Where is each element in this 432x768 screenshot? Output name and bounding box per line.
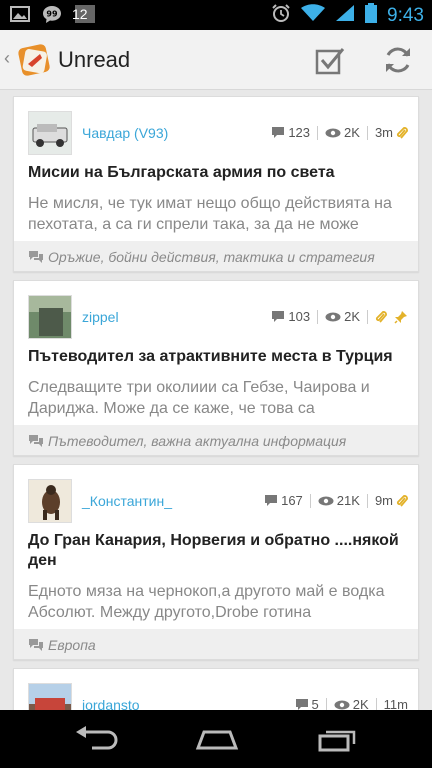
author-name[interactable]: zippel (82, 309, 119, 325)
topic-card[interactable]: _Константин_ 167 21K 9m До Гран Канария,… (13, 464, 419, 660)
replies-icon (295, 698, 309, 710)
replies-icon (264, 494, 278, 507)
topic-meta: 103 2K (271, 309, 408, 324)
wifi-icon (301, 4, 326, 27)
topic-meta: 5 2K 11m (295, 697, 408, 710)
divider (367, 309, 368, 324)
system-nav-bar (0, 710, 432, 768)
topic-card[interactable]: zippel 103 2K Пътеводител за атрактивнит… (13, 280, 419, 456)
avatar[interactable] (28, 683, 72, 710)
views-icon (334, 700, 350, 710)
divider (366, 125, 368, 140)
status-bar: 99 12 9:43 (0, 0, 432, 30)
topic-title[interactable]: До Гран Канария, Норвегия и обратно ....… (28, 531, 408, 571)
author-name[interactable]: Чавдар (V93) (82, 125, 168, 141)
gallery-icon (10, 5, 30, 28)
topic-meta: 167 21K 9m (264, 493, 408, 508)
unread-topic-list[interactable]: Чавдар (V93) 123 2K 3m Мисии на Българск… (0, 90, 432, 710)
alarm-icon (271, 3, 291, 28)
topic-title[interactable]: Мисии на Българската армия по света (28, 163, 408, 183)
views-count: 2K (344, 125, 360, 140)
avatar[interactable] (28, 479, 72, 523)
views-icon (325, 312, 341, 322)
back-icon[interactable] (72, 724, 122, 754)
avatar[interactable] (28, 295, 72, 339)
last-post-time: 9m (374, 493, 393, 508)
replies-count: 123 (288, 125, 311, 140)
avatar[interactable] (28, 111, 72, 155)
status-time: 9:43 (387, 4, 424, 26)
divider (366, 493, 368, 508)
divider (309, 493, 311, 508)
action-bar: ‹ Unread (0, 30, 432, 90)
views-icon (318, 496, 334, 506)
forum-icon (28, 250, 44, 269)
forum-icon (28, 434, 44, 453)
home-icon[interactable] (192, 724, 242, 754)
pin-icon (394, 310, 408, 324)
forum-icon (28, 638, 44, 657)
views-icon (325, 128, 341, 138)
replies-icon (271, 126, 285, 139)
topic-card[interactable]: Чавдар (V93) 123 2K 3m Мисии на Българск… (13, 96, 419, 272)
replies-count: 103 (288, 309, 311, 324)
forum-name: Европа (48, 637, 96, 653)
topic-preview: Следващите три околиии са Гебзе, Чаирова… (28, 379, 370, 417)
author-name[interactable]: jordansto (82, 697, 140, 710)
attachment-icon (396, 126, 408, 140)
attachment-icon (396, 494, 408, 508)
attachment-icon (375, 310, 387, 324)
battery-icon (365, 3, 378, 28)
refresh-icon[interactable] (380, 42, 416, 78)
forum-bar[interactable]: Пътеводител, важна актуална информация (14, 425, 418, 455)
divider (317, 309, 319, 324)
last-post-time: 3m (374, 125, 393, 140)
screen-title: Unread (58, 47, 131, 72)
topic-card[interactable]: jordansto 5 2K 11m (13, 668, 419, 710)
up-chevron-icon[interactable]: ‹ (4, 48, 10, 69)
mark-all-read-icon[interactable] (312, 42, 348, 78)
divider (317, 125, 319, 140)
forum-bar[interactable]: Оръжие, бойни действия, тактика и страте… (14, 241, 418, 271)
views-count: 21K (336, 493, 360, 508)
divider (325, 697, 327, 710)
replies-count: 167 (281, 493, 303, 508)
topic-title[interactable]: Пътеводител за атрактивните места в Турц… (28, 347, 408, 367)
forum-bar[interactable]: Европа (14, 629, 418, 659)
topic-preview: Едното мяза на чернокоп,а другото май е … (28, 583, 385, 621)
recents-icon[interactable] (312, 724, 362, 754)
app-logo-icon[interactable] (14, 40, 54, 80)
forum-name: Пътеводител, важна актуална информация (48, 433, 347, 449)
replies-icon (271, 310, 285, 323)
svg-text:99: 99 (46, 10, 58, 19)
talk-icon: 99 (42, 4, 62, 29)
signal-icon (335, 4, 355, 27)
author-name[interactable]: _Константин_ (82, 493, 172, 509)
views-count: 2K (344, 309, 360, 324)
divider (375, 697, 377, 710)
replies-count: 5 (311, 697, 319, 710)
topic-preview: Не мисля, че тук имат нещо общо действия… (28, 195, 392, 233)
last-post-time: 11m (383, 697, 408, 710)
topic-meta: 123 2K 3m (271, 125, 408, 140)
forum-name: Оръжие, бойни действия, тактика и страте… (48, 249, 375, 265)
notification-badge: 12 (72, 6, 88, 22)
views-count: 2K (352, 697, 369, 710)
